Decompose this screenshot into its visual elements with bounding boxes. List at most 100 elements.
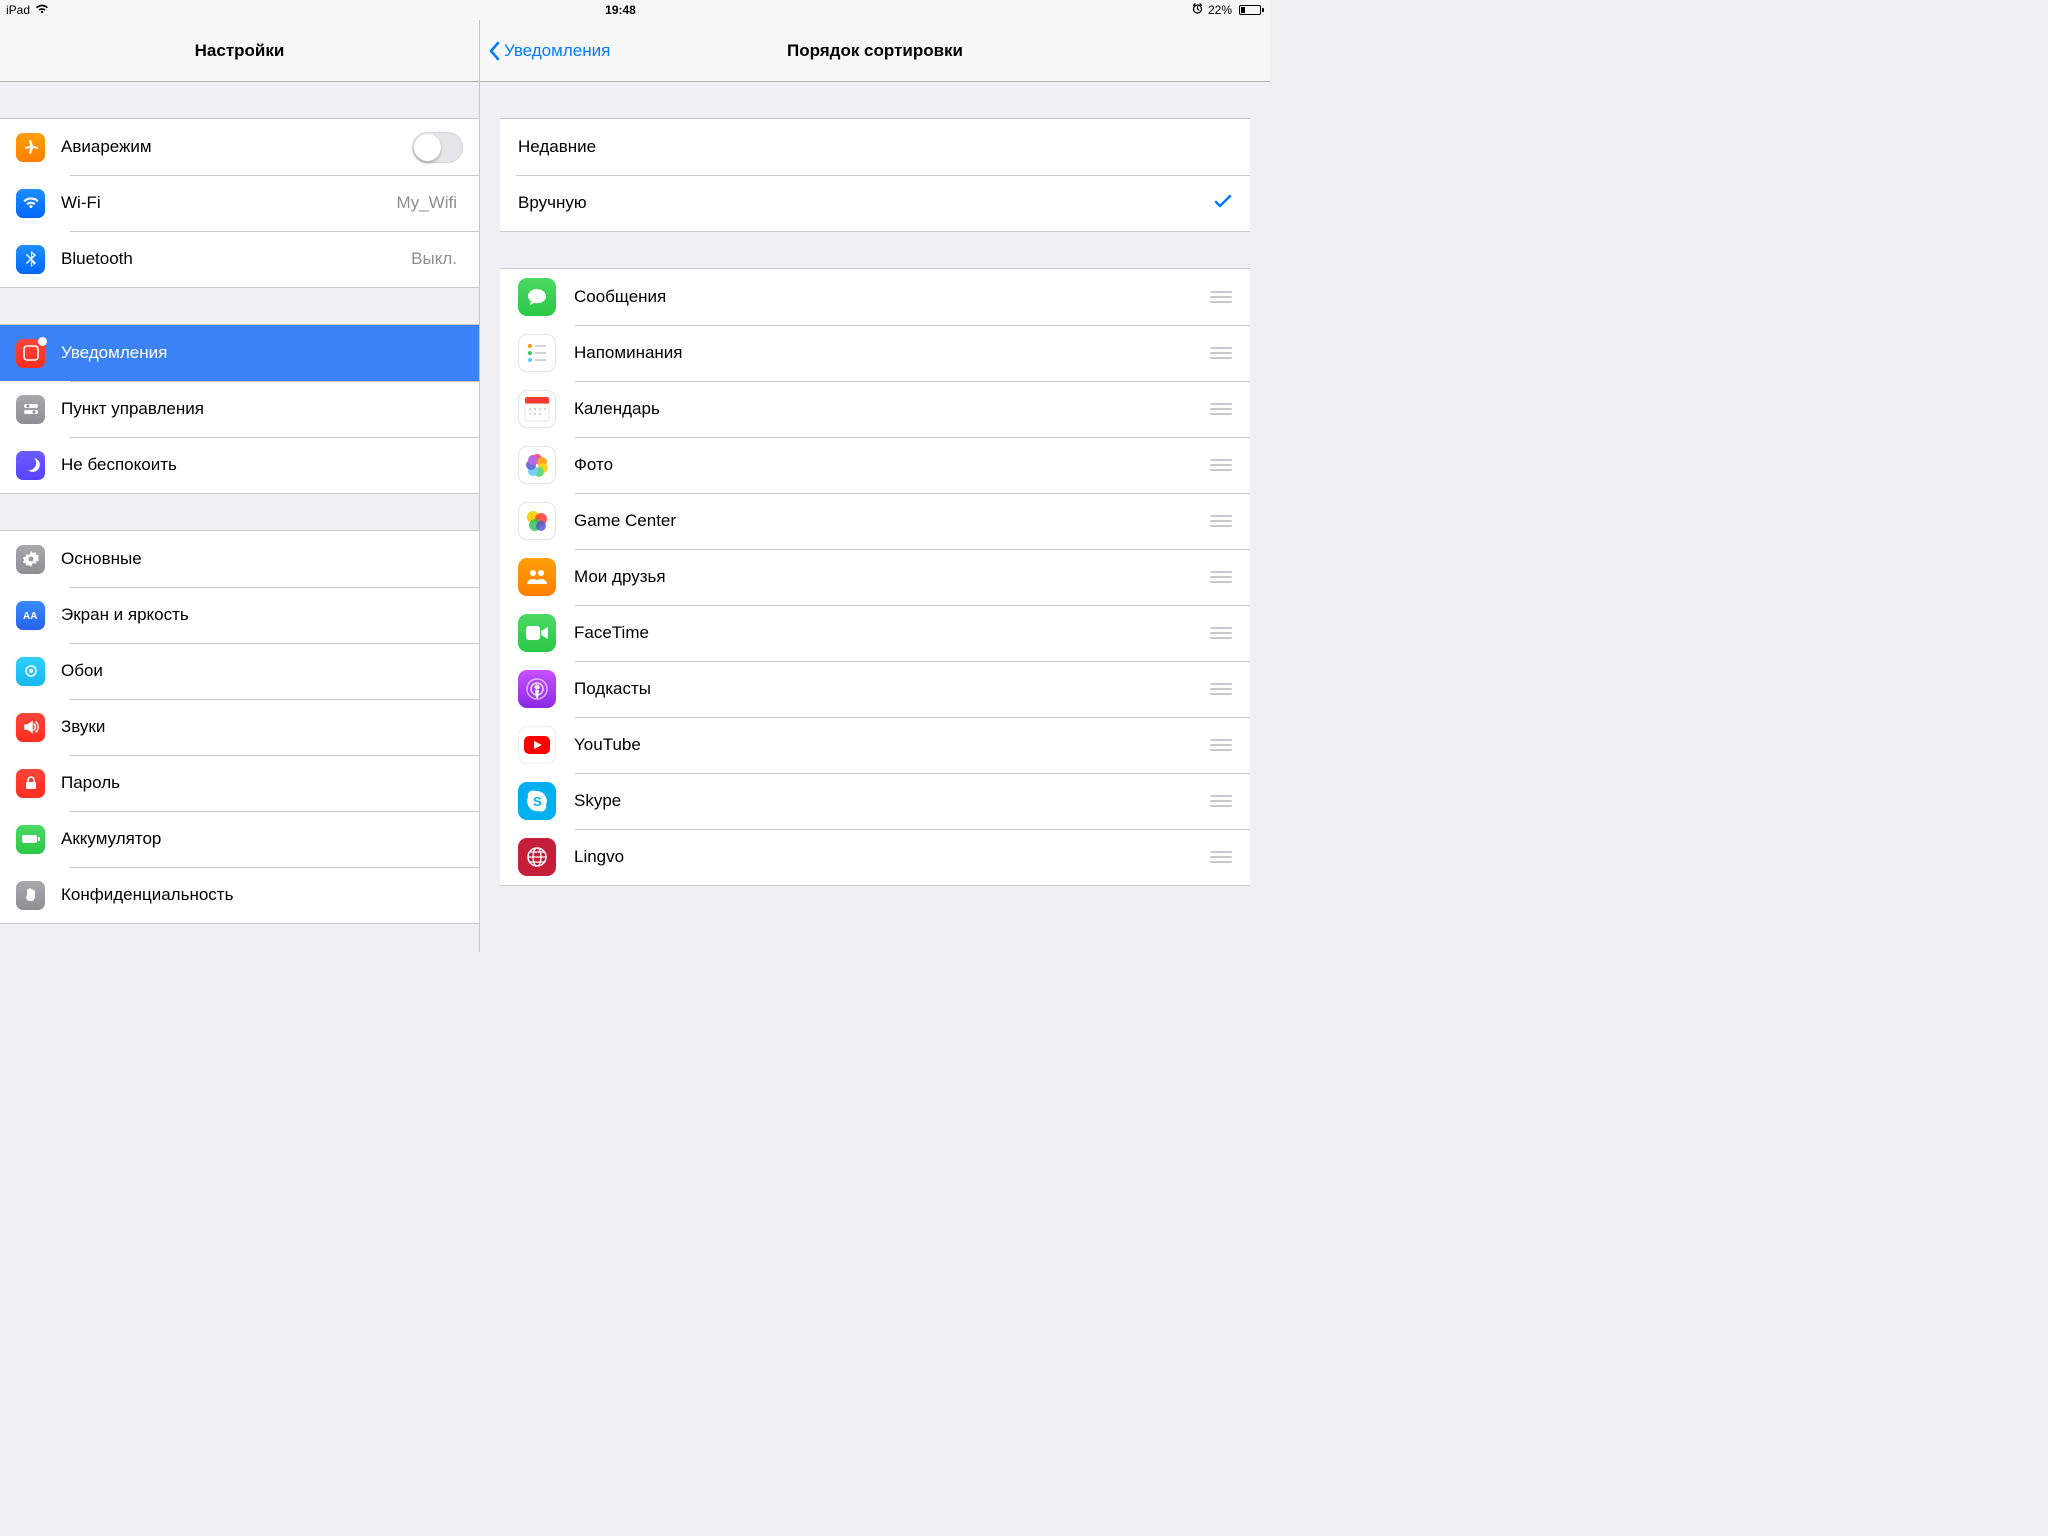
moon-icon <box>16 451 45 480</box>
detail-pane: Уведомления Порядок сортировки Недавние … <box>480 20 1270 952</box>
reorder-handle-icon[interactable] <box>1202 627 1232 639</box>
app-label: Game Center <box>574 511 1202 531</box>
check-icon <box>1214 193 1232 214</box>
app-row-photos[interactable]: Фото <box>500 437 1250 493</box>
sidebar-item-privacy[interactable]: Конфиденциальность <box>0 867 479 923</box>
app-row-gamecenter[interactable]: Game Center <box>500 493 1250 549</box>
reorder-handle-icon[interactable] <box>1202 403 1232 415</box>
sidebar-item-label: Аккумулятор <box>61 829 463 849</box>
sidebar-item-notifications[interactable]: Уведомления <box>0 325 479 381</box>
messages-icon <box>518 278 556 316</box>
bluetooth-icon <box>16 245 45 274</box>
app-row-calendar[interactable]: Календарь <box>500 381 1250 437</box>
app-row-findfriends[interactable]: Мои друзья <box>500 549 1250 605</box>
sidebar-item-dnd[interactable]: Не беспокоить <box>0 437 479 493</box>
reorder-handle-icon[interactable] <box>1202 851 1232 863</box>
photos-icon <box>518 446 556 484</box>
sidebar-item-label: Bluetooth <box>61 249 411 269</box>
sidebar-item-wifi[interactable]: Wi-Fi My_Wifi <box>0 175 479 231</box>
reorder-handle-icon[interactable] <box>1202 571 1232 583</box>
sidebar-item-label: Звуки <box>61 717 463 737</box>
wifi-value: My_Wifi <box>397 193 457 213</box>
sidebar-item-display[interactable]: AA Экран и яркость <box>0 587 479 643</box>
notifications-icon <box>16 339 45 368</box>
sidebar-navbar: Настройки <box>0 20 479 82</box>
sidebar-item-bluetooth[interactable]: Bluetooth Выкл. <box>0 231 479 287</box>
settings-sidebar: Настройки Авиарежим Wi-Fi My_Wifi Blueto… <box>0 20 480 952</box>
facetime-icon <box>518 614 556 652</box>
reorder-handle-icon[interactable] <box>1202 795 1232 807</box>
app-row-messages[interactable]: Сообщения <box>500 269 1250 325</box>
app-label: Lingvo <box>574 847 1202 867</box>
sidebar-item-label: Авиарежим <box>61 137 412 157</box>
control-center-icon <box>16 395 45 424</box>
app-row-skype[interactable]: S Skype <box>500 773 1250 829</box>
podcasts-icon <box>518 670 556 708</box>
app-label: Напоминания <box>574 343 1202 363</box>
sounds-icon <box>16 713 45 742</box>
youtube-icon <box>518 726 556 764</box>
sidebar-item-label: Wi-Fi <box>61 193 397 213</box>
app-row-lingvo[interactable]: Lingvo <box>500 829 1250 885</box>
wallpaper-icon <box>16 657 45 686</box>
sidebar-item-label: Основные <box>61 549 463 569</box>
sidebar-title: Настройки <box>0 41 479 61</box>
sidebar-item-label: Уведомления <box>61 343 463 363</box>
reorder-handle-icon[interactable] <box>1202 459 1232 471</box>
skype-icon: S <box>518 782 556 820</box>
battery-icon <box>1237 5 1264 15</box>
sidebar-item-sounds[interactable]: Звуки <box>0 699 479 755</box>
app-label: YouTube <box>574 735 1202 755</box>
findfriends-icon <box>518 558 556 596</box>
sidebar-item-passcode[interactable]: Пароль <box>0 755 479 811</box>
svg-text:S: S <box>533 794 542 809</box>
reorder-handle-icon[interactable] <box>1202 347 1232 359</box>
device-label: iPad <box>6 3 30 17</box>
sidebar-item-label: Пункт управления <box>61 399 463 419</box>
option-label: Вручную <box>518 193 1214 213</box>
app-row-facetime[interactable]: FaceTime <box>500 605 1250 661</box>
reorder-handle-icon[interactable] <box>1202 683 1232 695</box>
app-label: Подкасты <box>574 679 1202 699</box>
app-label: Сообщения <box>574 287 1202 307</box>
app-label: Фото <box>574 455 1202 475</box>
lingvo-icon <box>518 838 556 876</box>
sidebar-item-wallpaper[interactable]: Обои <box>0 643 479 699</box>
app-row-podcasts[interactable]: Подкасты <box>500 661 1250 717</box>
gear-icon <box>16 545 45 574</box>
app-label: Календарь <box>574 399 1202 419</box>
reorder-handle-icon[interactable] <box>1202 739 1232 751</box>
sidebar-item-general[interactable]: Основные <box>0 531 479 587</box>
sidebar-item-control-center[interactable]: Пункт управления <box>0 381 479 437</box>
sort-option-recent[interactable]: Недавние <box>500 119 1250 175</box>
battery-percent: 22% <box>1208 3 1232 17</box>
sidebar-item-airplane[interactable]: Авиарежим <box>0 119 479 175</box>
airplane-toggle[interactable] <box>412 132 463 163</box>
back-button[interactable]: Уведомления <box>480 41 610 61</box>
option-label: Недавние <box>518 137 1232 157</box>
sidebar-item-battery[interactable]: Аккумулятор <box>0 811 479 867</box>
detail-navbar: Уведомления Порядок сортировки <box>480 20 1270 82</box>
app-row-youtube[interactable]: YouTube <box>500 717 1250 773</box>
alarm-icon <box>1192 3 1203 17</box>
back-label: Уведомления <box>504 41 610 61</box>
calendar-icon <box>518 390 556 428</box>
app-label: Мои друзья <box>574 567 1202 587</box>
chevron-left-icon <box>488 41 500 61</box>
clock: 19:48 <box>49 3 1192 17</box>
display-icon: AA <box>16 601 45 630</box>
sidebar-item-label: Экран и яркость <box>61 605 463 625</box>
reminders-icon <box>518 334 556 372</box>
app-row-reminders[interactable]: Напоминания <box>500 325 1250 381</box>
wifi-icon <box>35 3 49 17</box>
reorder-handle-icon[interactable] <box>1202 515 1232 527</box>
sort-option-manual[interactable]: Вручную <box>500 175 1250 231</box>
status-bar: iPad 19:48 22% <box>0 0 1270 20</box>
sidebar-item-label: Конфиденциальность <box>61 885 463 905</box>
app-label: Skype <box>574 791 1202 811</box>
airplane-icon <box>16 133 45 162</box>
sidebar-item-label: Обои <box>61 661 463 681</box>
hand-icon <box>16 881 45 910</box>
sidebar-item-label: Не беспокоить <box>61 455 463 475</box>
reorder-handle-icon[interactable] <box>1202 291 1232 303</box>
